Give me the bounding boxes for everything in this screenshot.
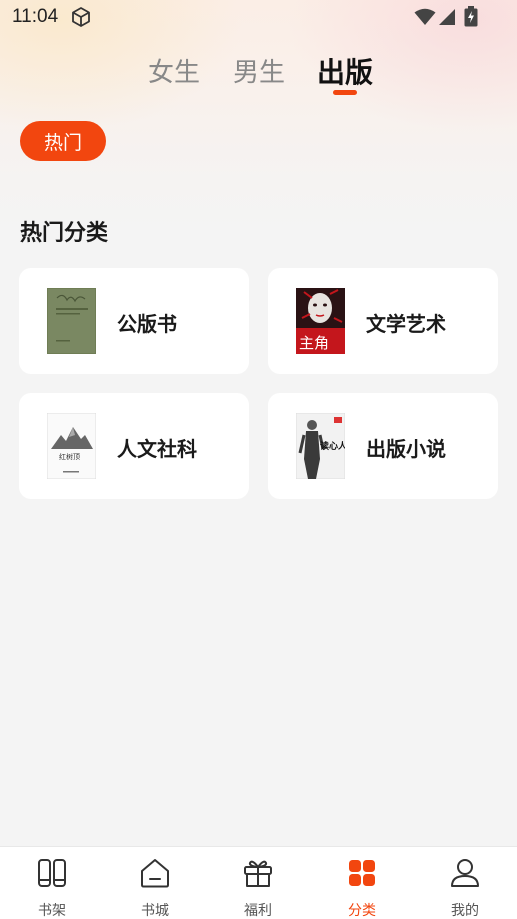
header-background xyxy=(0,0,517,240)
nav-label: 福利 xyxy=(244,903,272,919)
cover-title: 读心人 xyxy=(320,440,345,452)
book-cover-figure: 读心人 xyxy=(296,413,345,479)
section-title: 热门分类 xyxy=(20,221,109,246)
nav-label: 书城 xyxy=(141,903,169,919)
nav-mine[interactable]: 我的 xyxy=(413,847,517,919)
home-icon xyxy=(141,859,169,888)
tab-publish[interactable]: 出版 xyxy=(317,51,373,91)
hot-filter-chip[interactable]: 热门 xyxy=(20,121,106,161)
book-cover-mountain: 红树顶 xyxy=(47,413,96,479)
nav-label: 我的 xyxy=(451,903,479,919)
tab-male[interactable]: 男生 xyxy=(233,52,285,89)
category-label: 出版小说 xyxy=(366,437,446,461)
nav-category[interactable]: 分类 xyxy=(310,847,414,919)
category-label: 人文社科 xyxy=(117,437,197,461)
bookshelf-icon xyxy=(38,859,66,887)
nav-bookstore[interactable]: 书城 xyxy=(103,847,207,919)
book-cover-green xyxy=(47,288,96,354)
wifi-icon xyxy=(414,8,436,25)
nav-label: 分类 xyxy=(348,903,376,919)
category-card-literature-art[interactable]: 主角 文学艺术 xyxy=(268,268,498,374)
nav-welfare[interactable]: 福利 xyxy=(206,847,310,919)
bottom-navigation: 书架 书城 福利 分类 我的 xyxy=(0,846,517,919)
active-tab-indicator xyxy=(333,90,357,95)
cover-title: 红树顶 xyxy=(59,452,80,461)
category-label: 公版书 xyxy=(117,312,177,336)
cover-title: 主角 xyxy=(299,334,329,352)
grid-icon xyxy=(349,860,375,886)
app-screen: 11:04 女生 男生 出版 热门 热门分类 公版书 主角 文学艺术 红树顶 人… xyxy=(0,0,517,919)
tab-female[interactable]: 女生 xyxy=(148,52,200,89)
book-cover-red-portrait: 主角 xyxy=(296,288,345,354)
gift-icon xyxy=(244,860,272,887)
status-time: 11:04 xyxy=(12,6,59,27)
battery-charging-icon xyxy=(464,6,478,27)
nav-label: 书架 xyxy=(38,903,66,919)
category-card-published-fiction[interactable]: 读心人 出版小说 xyxy=(268,393,498,499)
status-bar: 11:04 xyxy=(0,0,517,34)
nav-bookshelf[interactable]: 书架 xyxy=(0,847,104,919)
category-card-humanities[interactable]: 红树顶 人文社科 xyxy=(19,393,249,499)
user-icon xyxy=(451,859,479,887)
signal-icon xyxy=(439,9,455,25)
gender-tabs: 女生 男生 出版 xyxy=(0,52,517,102)
category-label: 文学艺术 xyxy=(366,312,446,336)
category-card-public-domain[interactable]: 公版书 xyxy=(19,268,249,374)
cube-icon xyxy=(72,7,90,27)
